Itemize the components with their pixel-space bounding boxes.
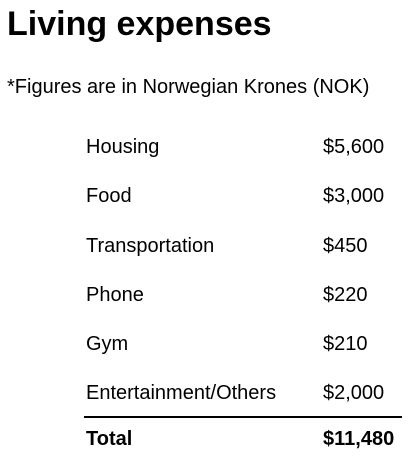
total-label: Total (86, 428, 133, 450)
expense-row-food: Food $3,000 (86, 177, 404, 226)
expense-label: Gym (86, 333, 129, 356)
expense-label: Food (86, 185, 132, 208)
expense-amount: $220 (323, 283, 368, 306)
expense-row-transportation: Transportation $450 (86, 227, 404, 276)
total-row: Total $11,480 (86, 426, 404, 454)
expense-label: Transportation (86, 234, 215, 257)
expense-table: Housing $5,600 Food $3,000 Transportatio… (86, 128, 404, 424)
page-title: Living expenses (7, 5, 272, 43)
expense-amount: $5,600 (323, 136, 385, 158)
expense-amount: $210 (323, 333, 368, 356)
expense-row-phone: Phone $220 (86, 276, 404, 325)
expense-label: Entertainment/Others (86, 382, 277, 405)
expense-row-housing: Housing $5,600 (86, 128, 404, 177)
expense-label: Housing (86, 136, 160, 158)
expense-amount: $450 (323, 234, 368, 257)
expense-row-gym: Gym $210 (86, 325, 404, 374)
expense-amount: $3,000 (323, 185, 385, 208)
expense-amount: $2,000 (323, 382, 385, 405)
total-divider (84, 416, 402, 418)
total-amount: $11,480 (323, 428, 395, 450)
expense-label: Phone (86, 283, 144, 306)
currency-note: *Figures are in Norwegian Krones (NOK) (7, 76, 370, 98)
